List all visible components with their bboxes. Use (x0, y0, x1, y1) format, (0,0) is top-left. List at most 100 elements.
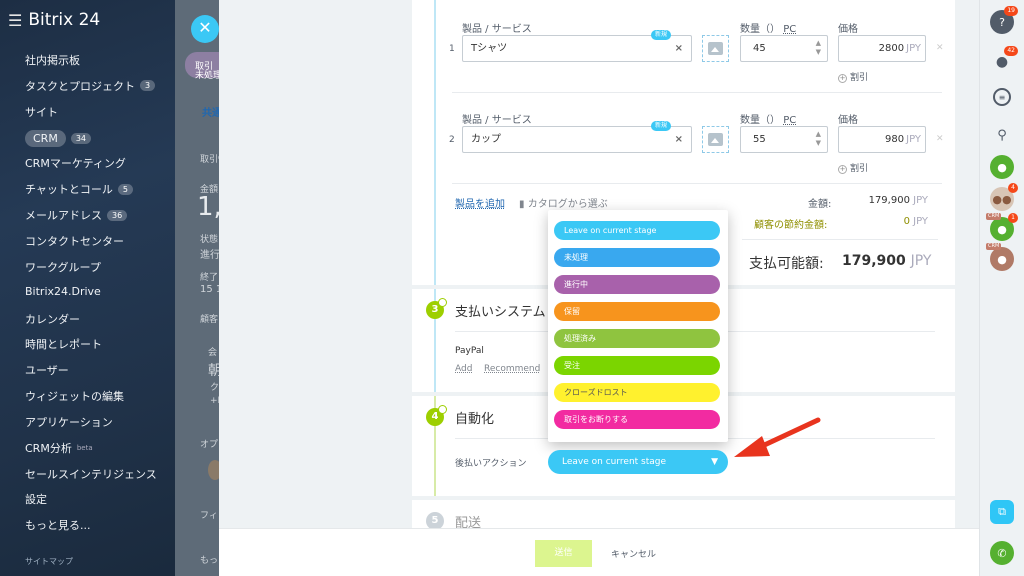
add-payment-link[interactable]: Add (455, 364, 472, 374)
clear-icon[interactable]: × (675, 36, 683, 61)
product-name-label: 製品 / サービス (462, 24, 532, 35)
beta-tag: beta (76, 443, 93, 452)
sidebar-item[interactable]: 社内掲示板 (25, 52, 80, 68)
right-toolbar: ? 19 ● 42 ≡ ⚲ ● ●● 4 ● CRM 1 ● CRM ⧉ ✆ (979, 0, 1024, 576)
sidebar-item-label: コンタクトセンター (25, 234, 124, 248)
background-panel: ✕ 取引 未処理 共通 取引情 金額 1, 状態 進行 終了日 15 1 顧客 … (175, 0, 220, 576)
stage-dropdown-menu: Leave on current stage 未処理進行中保留処理済み受注クローズ… (548, 210, 728, 442)
discount-link[interactable]: + 割引 (838, 70, 868, 83)
bell-icon[interactable]: ● 42 (990, 46, 1018, 74)
search-icon[interactable]: ⚲ (990, 123, 1014, 147)
ghost-shared-tab: 共通 (202, 108, 220, 119)
main-sidebar: ☰ Bitrix 24 社内掲示板タスクとプロジェクト 3 サイト CRM 34 CRMマ… (0, 0, 175, 576)
menu-burger-icon[interactable]: ☰ (8, 11, 22, 30)
phone-icon[interactable]: ✆ (990, 541, 1014, 565)
delivery-card: 5 配送 (412, 500, 955, 531)
sidebar-item[interactable]: セールスインテリジェンス (25, 466, 157, 482)
stage-select[interactable]: Leave on current stage ▼ (548, 450, 728, 474)
step-badge: 3 (426, 298, 447, 319)
price-label: 価格 (838, 24, 858, 35)
qty-stepper-icon[interactable]: ▲ ▼ (816, 130, 821, 148)
group-avatar-icon[interactable]: ●● 4 (990, 183, 1018, 211)
ghost-state: 進行 (200, 250, 220, 261)
sidebar-item[interactable]: もっと見る... (25, 517, 91, 533)
chevron-down-icon: ▼ (711, 457, 718, 467)
sitemap-link[interactable]: サイトマップ (25, 556, 73, 567)
help-count-badge: 19 (1004, 6, 1018, 16)
qty-input[interactable]: 55 ▲ ▼ (740, 126, 828, 153)
clear-icon[interactable]: × (675, 127, 683, 152)
sidebar-item-label: タスクとプロジェクト (25, 79, 135, 93)
ghost-filter: フィ (200, 511, 218, 521)
sidebar-item[interactable]: CRM分析 beta (25, 440, 93, 456)
help-icon[interactable]: ? 19 (990, 6, 1018, 34)
sidebar-item[interactable]: タスクとプロジェクト 3 (25, 78, 156, 94)
sidebar-item-label: アプリケーション (25, 415, 113, 429)
recommend-link[interactable]: Recommend (484, 364, 540, 374)
price-input[interactable]: 2800 JPY (838, 35, 926, 62)
payment-form: 製品 / サービス 1 Tシャツ 新規 × 数量（） PC 45 ▲ ▼ 価格 28… (412, 0, 955, 576)
sidebar-item[interactable]: メールアドレス 36 (25, 207, 128, 223)
stage-option[interactable]: 処理済み (554, 329, 720, 348)
send-button[interactable]: 送信 (535, 540, 592, 567)
amount-label: 金額: (808, 199, 832, 210)
discount-link[interactable]: + 割引 (838, 161, 868, 174)
add-product-link[interactable]: 製品を追加 (455, 195, 505, 210)
remove-row-icon[interactable]: ✕ (936, 43, 944, 53)
ghost-state-label: 状態 (200, 235, 219, 245)
sidebar-item[interactable]: サイト (25, 104, 58, 120)
sidebar-item[interactable]: ユーザー (25, 362, 69, 378)
sidebar-item[interactable]: ワークグループ (25, 259, 101, 275)
product-name-input[interactable]: カップ 新規 × (462, 121, 692, 153)
stage-option[interactable]: 受注 (554, 356, 720, 375)
stage-select-value: Leave on current stage (562, 457, 667, 467)
sidebar-item-count-badge: 3 (140, 80, 156, 92)
stage-option[interactable]: Leave on current stage (554, 221, 720, 240)
stage-option[interactable]: 保留 (554, 302, 720, 321)
stage-option[interactable]: 進行中 (554, 275, 720, 294)
stage-option[interactable]: 取引をお断りする (554, 410, 720, 429)
sidebar-item[interactable]: 設定 (25, 491, 47, 507)
sidebar-item[interactable]: Bitrix24.Drive (25, 285, 101, 298)
product-image-upload[interactable] (702, 35, 729, 62)
stage-option[interactable]: 未処理 (554, 248, 720, 267)
sidebar-item[interactable]: コンタクトセンター (25, 233, 124, 249)
user-avatar-icon[interactable]: ● (990, 155, 1014, 179)
sidebar-item[interactable]: CRM 34 (25, 129, 92, 147)
catalog-link[interactable]: ▮ カタログから選ぶ (519, 195, 608, 210)
screen-share-icon[interactable]: ⧉ (990, 500, 1014, 524)
sidebar-item-label: チャットとコール (25, 183, 113, 197)
crm-contact-avatar-icon[interactable]: ● CRM 1 (986, 213, 1018, 241)
row-number: 2 (449, 135, 455, 145)
crm-contact-avatar-icon[interactable]: ● CRM (986, 243, 1014, 271)
qty-input[interactable]: 45 ▲ ▼ (740, 35, 828, 62)
product-image-upload[interactable] (702, 126, 729, 153)
product-name-input[interactable]: Tシャツ 新規 × (462, 30, 692, 62)
sidebar-item[interactable]: CRMマーケティング (25, 155, 126, 171)
remove-row-icon[interactable]: ✕ (936, 134, 944, 144)
price-label: 価格 (838, 115, 858, 126)
ghost-company: 会 (208, 348, 218, 358)
crm-tag: CRM (986, 243, 1002, 250)
sidebar-item[interactable]: カレンダー (25, 311, 80, 327)
qty-label: 数量（） PC (740, 115, 797, 126)
sidebar-item-label: 時間とレポート (25, 338, 102, 352)
sidebar-item-label: ユーザー (25, 364, 69, 378)
qty-stepper-icon[interactable]: ▲ ▼ (816, 39, 821, 57)
ghost-amount: 1, (197, 192, 220, 222)
close-slider-icon[interactable]: ✕ (191, 15, 219, 43)
product-name-value: Tシャツ (471, 43, 508, 54)
sidebar-item[interactable]: アプリケーション (25, 414, 113, 430)
sidebar-item-label: サイト (25, 105, 58, 119)
brand-logo[interactable]: ☰ Bitrix 24 (8, 10, 100, 30)
price-input[interactable]: 980 JPY (838, 126, 926, 153)
sidebar-item[interactable]: 時間とレポート (25, 336, 102, 352)
total-divider (742, 239, 938, 240)
stage-option[interactable]: クローズドロスト (554, 383, 720, 402)
sidebar-item[interactable]: チャットとコール 5 (25, 181, 133, 197)
qty-label: 数量（） PC (740, 24, 797, 35)
product-name-value: カップ (471, 134, 501, 145)
chat-icon[interactable]: ≡ (993, 88, 1011, 106)
sidebar-item[interactable]: ウィジェットの編集 (25, 388, 124, 404)
cancel-button[interactable]: キャンセル (611, 547, 656, 560)
